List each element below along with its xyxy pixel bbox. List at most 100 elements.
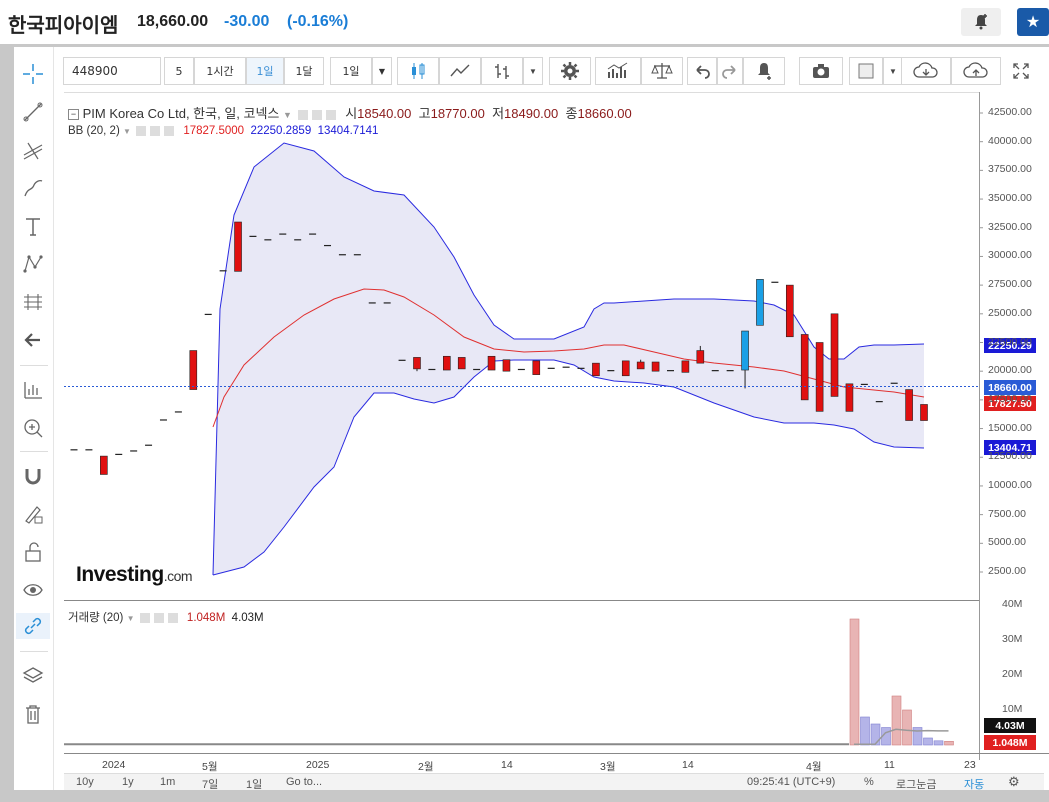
candle-body xyxy=(696,350,705,364)
price-chart[interactable] xyxy=(14,47,1049,790)
goto-button[interactable]: Go to... xyxy=(286,776,322,788)
candle-body xyxy=(159,419,167,421)
candle-body xyxy=(547,367,555,369)
candle-body xyxy=(920,404,928,421)
candle-body xyxy=(309,233,317,235)
volume-tag: 1.048M xyxy=(984,735,1036,750)
open-value: 18540.00 xyxy=(357,106,412,121)
volume-bar xyxy=(870,723,881,746)
volume-bar xyxy=(902,709,912,746)
volume-tick-label: 10M xyxy=(1002,703,1023,715)
auto-scale-toggle[interactable]: 자동 xyxy=(964,776,984,792)
range-1m[interactable]: 1m xyxy=(160,776,175,788)
candle-body xyxy=(815,342,824,412)
candle-body xyxy=(905,389,913,421)
time-tick-label: 2024 xyxy=(102,759,126,771)
legend-actions-icons[interactable] xyxy=(134,125,180,137)
range-7d[interactable]: 7일 xyxy=(202,776,218,792)
price-tick-label: 25000.00 xyxy=(988,306,1032,319)
price-tick-label: 42500.00 xyxy=(988,106,1032,118)
legend-actions-icons[interactable] xyxy=(138,612,184,624)
price-change: -30.00 xyxy=(224,13,270,30)
candle-body xyxy=(174,411,182,413)
range-1d[interactable]: 1일 xyxy=(246,776,262,792)
investing-logo: Investing.com xyxy=(76,563,193,587)
instrument-title: 한국피아이엠 xyxy=(8,15,119,37)
star-icon[interactable]: ★ xyxy=(1017,8,1049,36)
candle-body xyxy=(353,254,361,256)
log-scale-toggle[interactable]: 로그눈금 xyxy=(896,776,936,792)
price-tick-label: 40000.00 xyxy=(988,134,1032,147)
price-tick-label: 37500.00 xyxy=(988,163,1032,176)
volume-value: 1.048M xyxy=(186,612,226,624)
range-10y[interactable]: 10y xyxy=(76,776,94,788)
chevron-down-icon[interactable]: ▼ xyxy=(123,127,131,136)
logo-suffix: .com xyxy=(163,568,193,584)
candle-body xyxy=(398,359,406,361)
price-tick-label: 10000.00 xyxy=(988,478,1032,491)
candle-body xyxy=(487,355,496,371)
volume-bar xyxy=(891,695,902,746)
main-legend: − PIM Korea Co Ltd, 한국, 일, 코넥스 ▼ 시18540.… xyxy=(68,103,632,122)
candle-body xyxy=(383,302,391,304)
gear-icon[interactable]: ⚙ xyxy=(1008,774,1020,790)
percent-toggle[interactable]: % xyxy=(864,776,874,788)
candle-body xyxy=(607,370,615,372)
candle-body xyxy=(532,360,541,375)
time-tick-label: 11 xyxy=(884,759,895,771)
low-label: 저 xyxy=(492,106,505,121)
candle-body xyxy=(443,355,451,371)
time-tick-label: 23 xyxy=(964,759,976,771)
candle-body xyxy=(621,360,630,377)
candle-body xyxy=(368,302,376,304)
range-1y[interactable]: 1y xyxy=(122,776,134,788)
close-label: 종 xyxy=(565,106,578,121)
candle-body xyxy=(502,359,511,372)
open-label: 시 xyxy=(345,106,358,121)
price-change-pct: (-0.16%) xyxy=(287,13,349,30)
volume-tick-label: 40M xyxy=(1002,598,1023,610)
time-tick-label: 4월 xyxy=(806,761,822,773)
bell-plus-icon[interactable] xyxy=(961,8,1001,36)
price-tick-label: 20000.00 xyxy=(988,364,1032,377)
candle-body xyxy=(636,361,645,370)
volume-tick-label: 20M xyxy=(1002,668,1023,680)
volume-bar xyxy=(944,741,954,746)
legend-actions-icons[interactable] xyxy=(296,109,342,121)
price-tick-label: 5000.00 xyxy=(988,536,1026,549)
volume-tick-label: 30M xyxy=(1002,633,1023,645)
high-label: 고 xyxy=(418,106,431,121)
candle-body xyxy=(264,239,272,241)
chart-widget: 448900 5 1시간 1일 1달 1일 ▼ ▼ ▼ − PIM Korea … xyxy=(14,47,1049,792)
bb-label: BB (20, 2) xyxy=(68,125,120,138)
candle-body xyxy=(85,449,93,451)
price-tick-label: 30000.00 xyxy=(988,249,1032,262)
candle-body xyxy=(666,370,674,372)
price-tick-label: 2500.00 xyxy=(988,565,1026,577)
volume-ma-value: 4.03M xyxy=(231,612,264,624)
candle-body xyxy=(338,254,346,256)
candle-body xyxy=(771,281,779,283)
symbol-description: PIM Korea Co Ltd, 한국, 일, 코넥스 xyxy=(82,106,280,121)
chevron-down-icon[interactable]: ▼ xyxy=(127,614,135,623)
candle-body xyxy=(70,449,78,451)
candle-body xyxy=(741,330,749,371)
candle-body xyxy=(711,370,719,372)
candle-body xyxy=(785,284,794,338)
candle-body xyxy=(219,270,227,272)
volume-bar xyxy=(849,618,860,746)
time-tick-label: 5월 xyxy=(202,761,218,773)
candle-body xyxy=(145,444,153,446)
candle-body xyxy=(562,366,570,368)
volume-bar xyxy=(860,716,870,746)
bottom-bar: 10y 1y 1m 7일 1일 Go to... 09:25:41 (UTC+9… xyxy=(64,773,1044,792)
candle-body xyxy=(324,244,332,247)
clock: 09:25:41 (UTC+9) xyxy=(747,776,836,788)
candle-body xyxy=(234,221,242,272)
volume-label: 거래량 (20) xyxy=(68,612,124,624)
quote-header: 한국피아이엠 18,660.00 -30.00 (-0.16%) ★ xyxy=(0,0,1049,44)
time-tick-label: 14 xyxy=(682,759,694,771)
collapse-icon[interactable]: − xyxy=(68,109,79,121)
logo-brand: Investing xyxy=(76,563,164,586)
chevron-down-icon[interactable]: ▼ xyxy=(283,110,292,120)
